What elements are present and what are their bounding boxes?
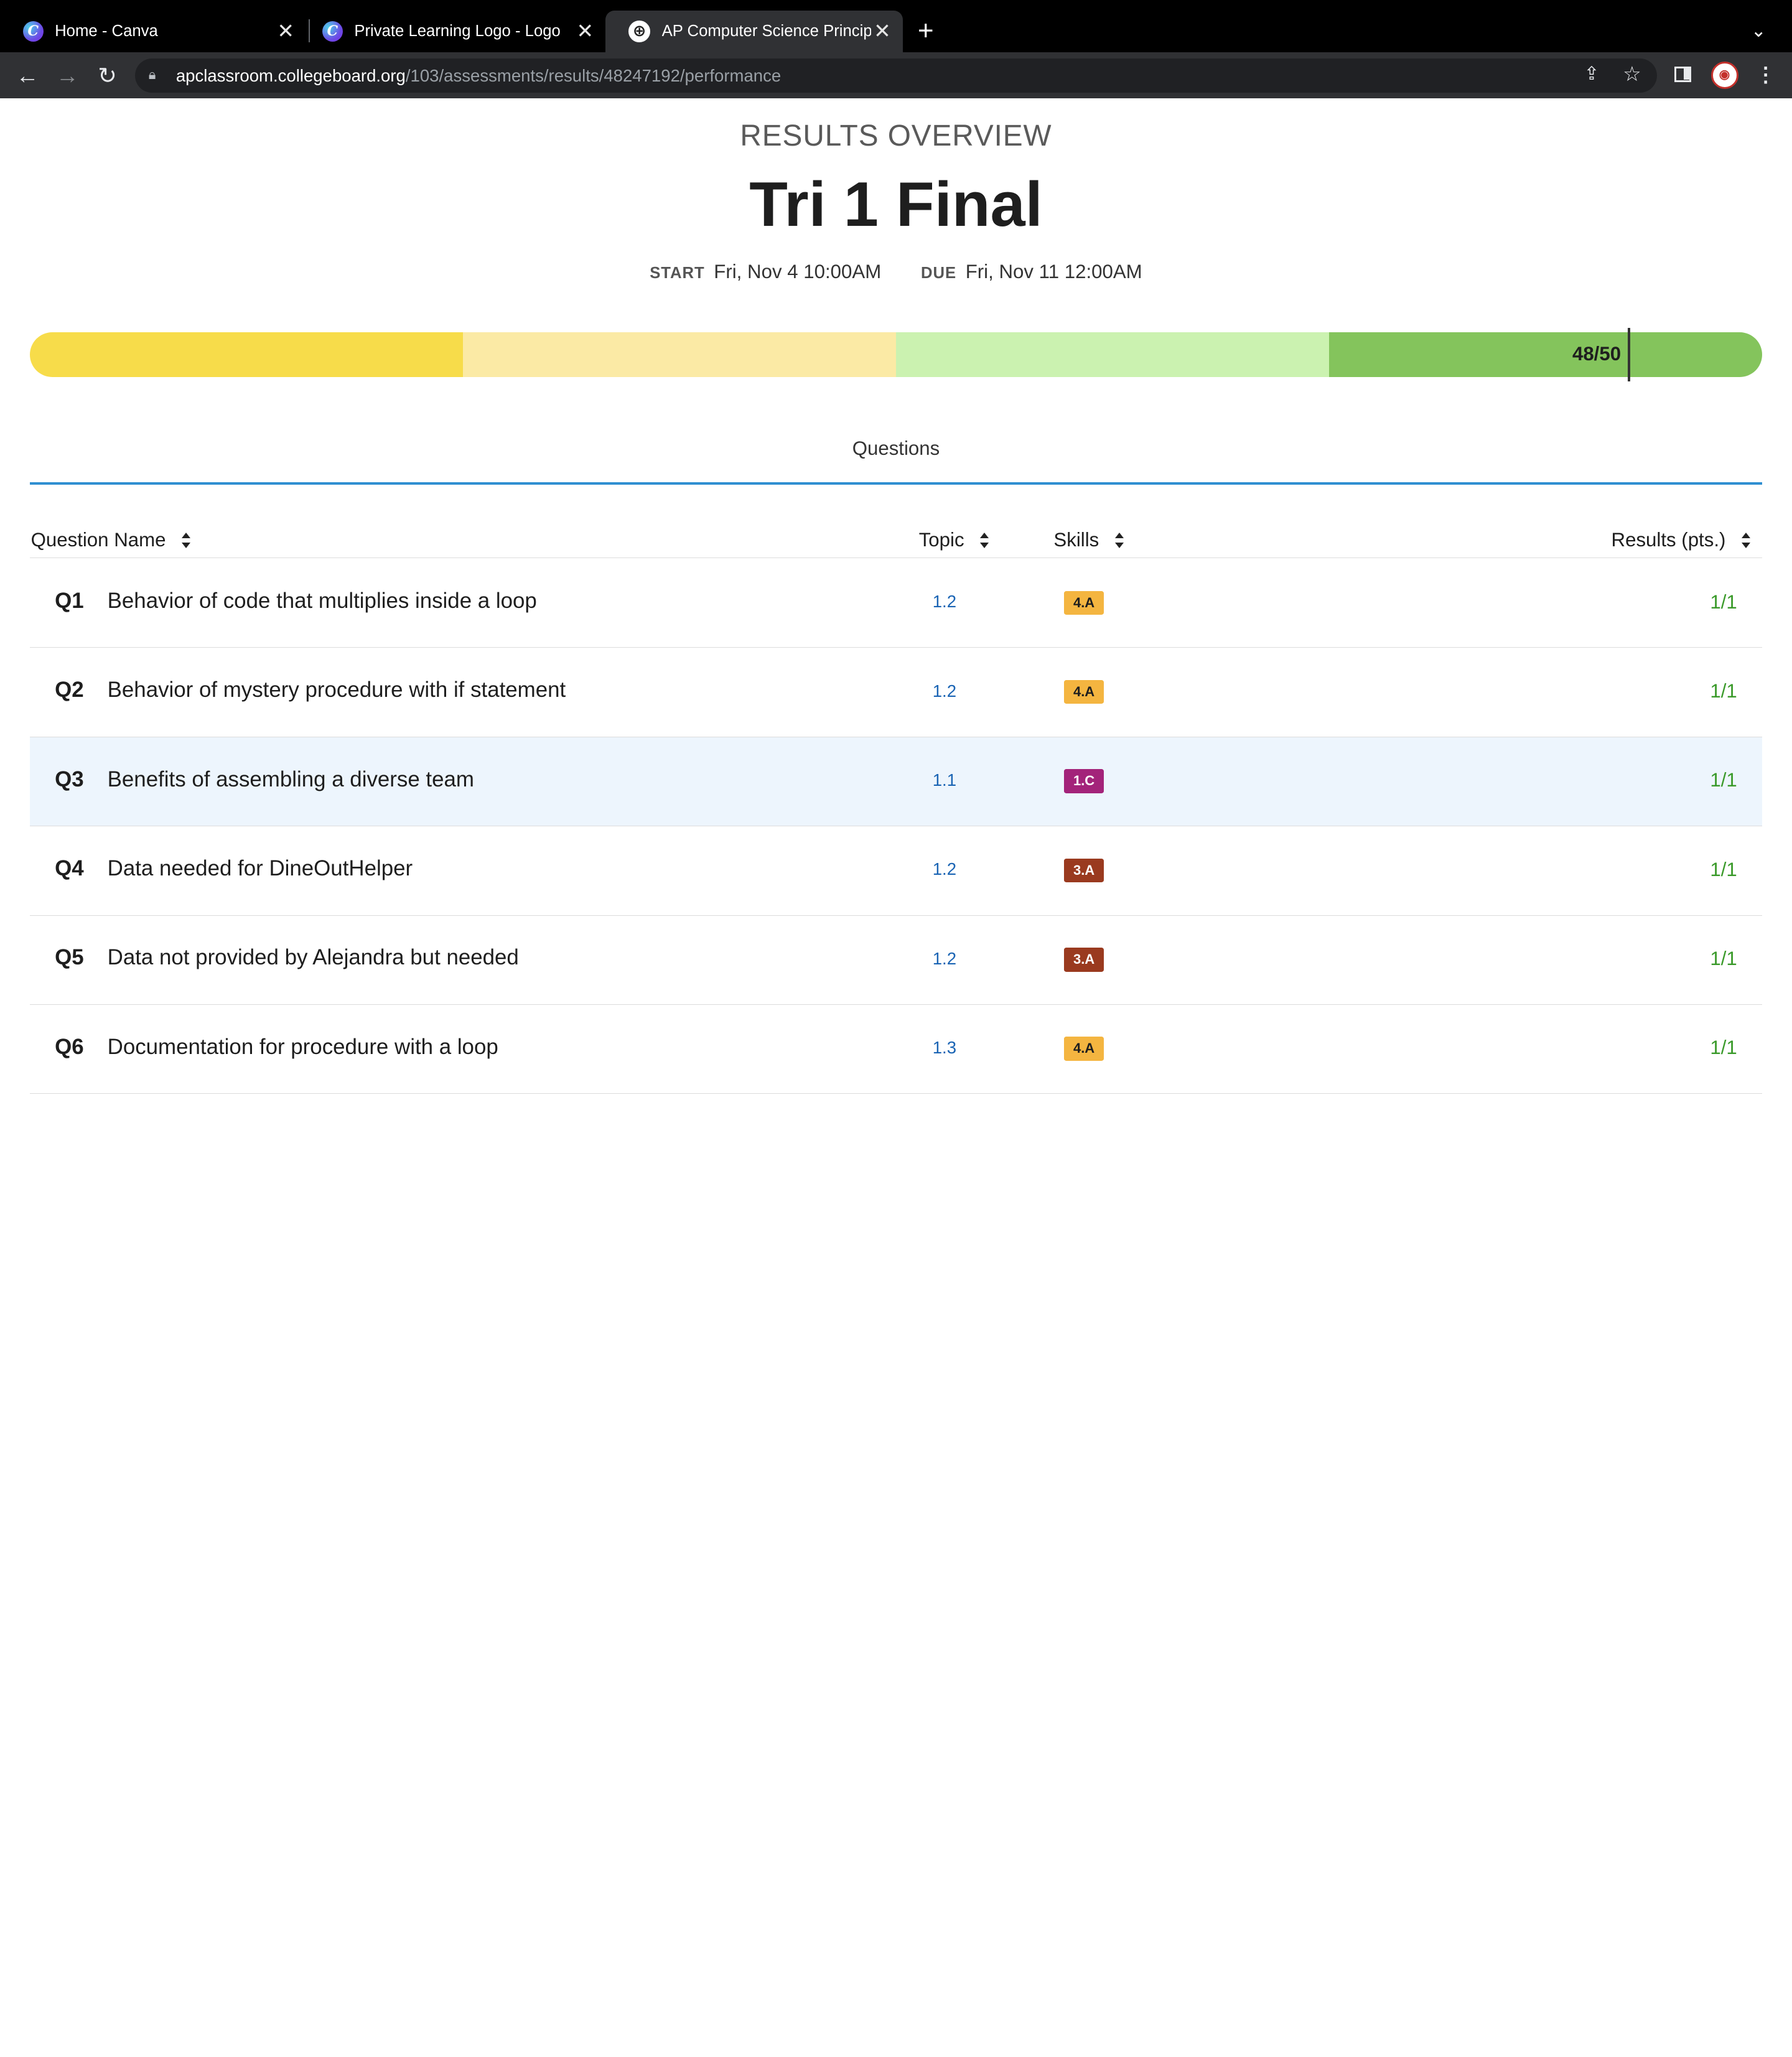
skill-badge: 4.A <box>1063 1037 1104 1061</box>
star-icon[interactable]: ☆ <box>1623 62 1641 86</box>
column-header-label: Topic <box>918 529 964 551</box>
tab-questions[interactable]: Questions <box>0 437 1792 460</box>
column-header-label: Question Name <box>30 529 166 551</box>
tab-underline <box>29 482 1763 485</box>
score-band <box>462 332 896 378</box>
score-marker <box>1628 328 1630 382</box>
page: C Home - Canva ✕ C Private Learning Logo… <box>0 0 1792 1120</box>
start-label: START <box>650 264 705 282</box>
page-overline: RESULTS OVERVIEW <box>740 119 1052 153</box>
table-header: Question Name Topic Skills Results (pts.… <box>29 523 1763 559</box>
topic-link[interactable]: 1.2 <box>933 949 956 969</box>
score-band <box>895 332 1330 378</box>
question-number: Q5 <box>55 945 84 970</box>
question-table: Q1 Behavior of code that multiplies insi… <box>29 559 1763 1094</box>
canva-icon: C <box>322 21 343 42</box>
topic-link[interactable]: 1.2 <box>933 859 956 879</box>
sort-icon[interactable] <box>980 532 989 549</box>
more-menu-icon[interactable]: ⋮ <box>1755 60 1776 90</box>
lock-icon: 🔒︎ <box>148 66 156 82</box>
result-value: 1/1 <box>1710 947 1737 969</box>
score-value: 48/50 <box>1572 343 1622 365</box>
browser-tab-strip: C Home - Canva ✕ C Private Learning Logo… <box>0 0 1792 53</box>
browser-tab[interactable]: C Home - Canva ✕ <box>0 11 306 53</box>
column-header-skills[interactable]: Skills <box>1053 529 1124 551</box>
score-band <box>29 332 463 378</box>
table-row[interactable]: Q4 Data needed for DineOutHelper 1.2 3.A… <box>29 826 1763 916</box>
forward-arrow-icon[interactable]: → <box>52 60 83 91</box>
sort-icon[interactable] <box>1114 532 1124 549</box>
column-header-label: Results (pts.) <box>1611 529 1726 551</box>
browser-tab[interactable]: C Private Learning Logo - Logo ✕ <box>299 11 605 53</box>
result-value: 1/1 <box>1710 769 1737 791</box>
question-name[interactable]: Data not provided by Alejandra but neede… <box>108 945 519 970</box>
result-value: 1/1 <box>1710 679 1737 702</box>
sort-icon[interactable] <box>1742 532 1751 549</box>
due-date: Fri, Nov 11 12:00AM <box>965 260 1142 282</box>
question-name[interactable]: Documentation for procedure with a loop <box>108 1035 498 1060</box>
question-number: Q3 <box>55 767 84 791</box>
column-header-label: Skills <box>1053 529 1099 551</box>
sort-icon[interactable] <box>182 532 191 549</box>
skill-badge: 4.A <box>1063 590 1104 615</box>
topic-link[interactable]: 1.1 <box>933 770 956 790</box>
topic-link[interactable]: 1.2 <box>933 681 956 701</box>
table-row[interactable]: Q3 Benefits of assembling a diverse team… <box>29 737 1763 827</box>
assessment-dates: START Fri, Nov 4 10:00AM DUE Fri, Nov 11 1… <box>0 261 1792 283</box>
table-row[interactable]: Q5 Data not provided by Alejandra but ne… <box>29 916 1763 1005</box>
start-date: Fri, Nov 4 10:00AM <box>714 260 882 282</box>
browser-tab-active[interactable]: ⊕ AP Computer Science Principles ✕ <box>605 10 903 53</box>
table-row[interactable]: Q2 Behavior of mystery procedure with if… <box>29 648 1763 737</box>
question-name[interactable]: Data needed for DineOutHelper <box>108 856 413 881</box>
skill-badge: 3.A <box>1063 858 1104 883</box>
close-icon[interactable]: ✕ <box>274 19 297 44</box>
side-panel-icon[interactable] <box>1674 66 1692 83</box>
browser-tab-title: Private Learning Logo - Logo <box>354 22 561 40</box>
new-tab-button[interactable]: + <box>918 14 934 48</box>
result-value: 1/1 <box>1710 1037 1737 1059</box>
column-header-results[interactable]: Results (pts.) <box>1612 529 1751 551</box>
close-icon[interactable]: ✕ <box>871 19 894 44</box>
score-bar <box>29 332 1763 378</box>
topic-link[interactable]: 1.3 <box>933 1038 956 1058</box>
share-icon[interactable]: ⇪ <box>1584 63 1600 85</box>
question-name[interactable]: Benefits of assembling a diverse team <box>108 767 474 792</box>
skill-badge: 4.A <box>1063 679 1104 704</box>
globe-icon: ⊕ <box>628 20 651 43</box>
close-icon[interactable]: ✕ <box>574 19 597 44</box>
question-number: Q2 <box>55 678 84 702</box>
question-number: Q1 <box>55 588 84 613</box>
browser-toolbar: ← → ↻ 🔒︎ apclassroom.collegeboard.org/10… <box>0 52 1792 98</box>
result-value: 1/1 <box>1710 590 1737 613</box>
browser-tab-title: AP Computer Science Principles <box>661 22 871 40</box>
question-number: Q6 <box>55 1034 84 1059</box>
column-header-question-name[interactable]: Question Name <box>31 529 191 551</box>
column-header-topic[interactable]: Topic <box>919 529 989 551</box>
question-name[interactable]: Behavior of code that multiplies inside … <box>108 589 537 613</box>
back-arrow-icon[interactable]: ← <box>11 60 43 91</box>
profile-avatar[interactable]: ◉ <box>1710 62 1738 90</box>
result-value: 1/1 <box>1710 858 1737 880</box>
table-row[interactable]: Q1 Behavior of code that multiplies insi… <box>29 559 1763 648</box>
chevron-down-icon[interactable]: ⌄ <box>1751 14 1766 48</box>
address-bar[interactable]: 🔒︎ apclassroom.collegeboard.org/103/asse… <box>134 58 1658 93</box>
reload-icon[interactable]: ↻ <box>91 60 123 91</box>
skill-badge: 3.A <box>1063 947 1104 972</box>
question-number: Q4 <box>55 856 84 880</box>
browser-tab-title: Home - Canva <box>55 22 158 40</box>
page-title: Tri 1 Final <box>749 169 1043 240</box>
url-text[interactable]: apclassroom.collegeboard.org/103/assessm… <box>176 58 781 93</box>
table-row[interactable]: Q6 Documentation for procedure with a lo… <box>29 1005 1763 1094</box>
skill-badge: 1.C <box>1063 769 1104 793</box>
topic-link[interactable]: 1.2 <box>933 592 956 612</box>
canva-icon: C <box>22 21 44 42</box>
question-name[interactable]: Behavior of mystery procedure with if st… <box>108 678 566 702</box>
due-label: DUE <box>921 264 957 282</box>
